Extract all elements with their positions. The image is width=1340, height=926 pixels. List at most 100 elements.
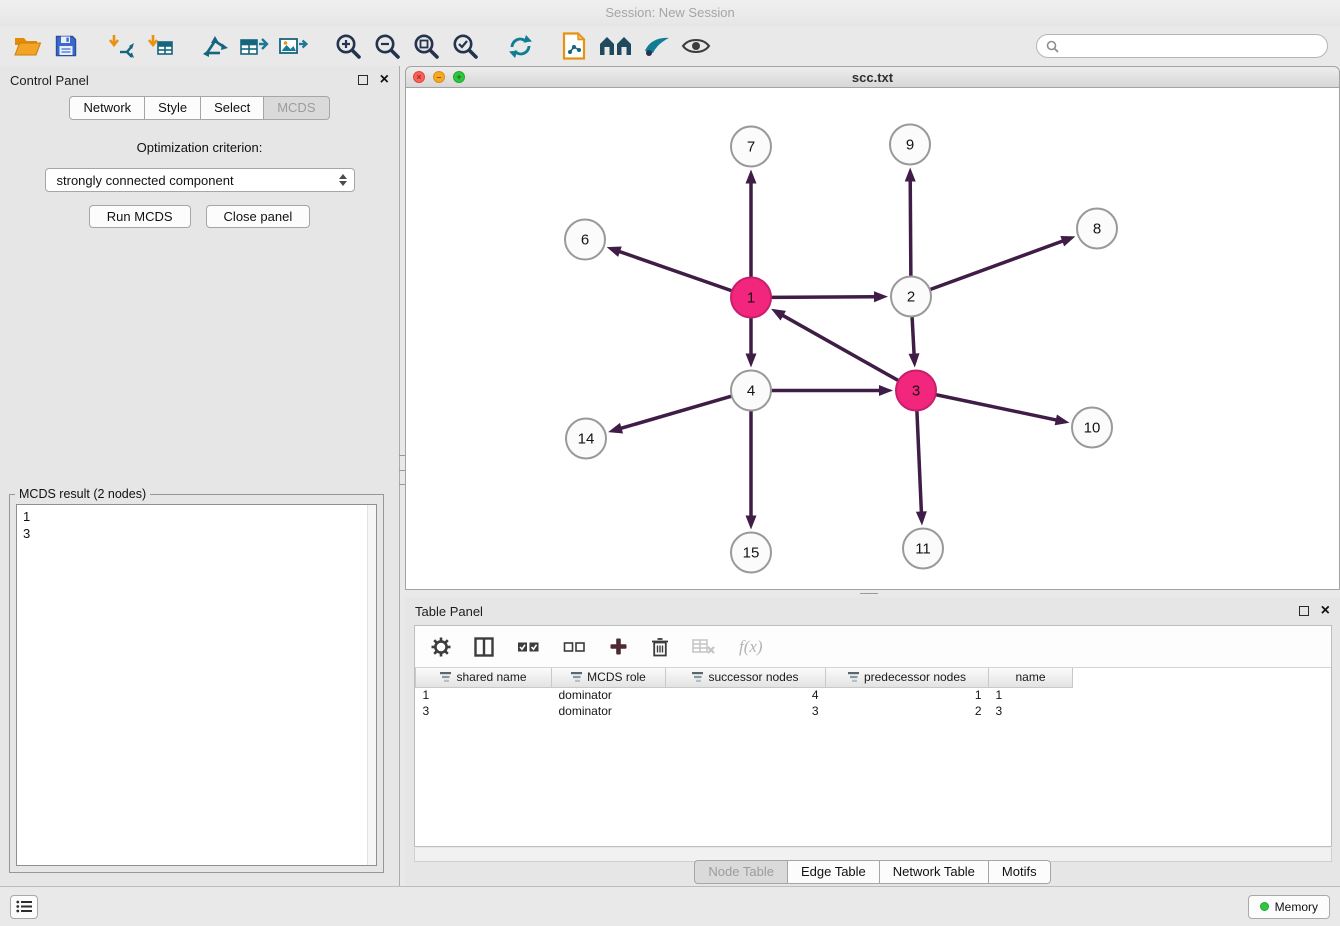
close-panel-icon[interactable]: × [380,73,389,87]
search-field[interactable] [1036,34,1328,58]
close-window-icon[interactable]: × [413,71,425,83]
tab-edge-table[interactable]: Edge Table [788,860,880,884]
app-window: Session: New Session [0,0,1340,926]
graph-edge[interactable] [771,297,876,298]
create-column-button[interactable] [609,637,628,656]
tab-style[interactable]: Style [145,96,201,120]
graph-edge[interactable] [917,410,922,513]
memory-button[interactable]: Memory [1248,895,1330,919]
float-table-panel-button[interactable] [1299,606,1309,616]
table-settings-button[interactable] [431,637,451,657]
table-cell[interactable]: 3 [666,703,826,719]
tab-motifs[interactable]: Motifs [989,860,1051,884]
graph-node-10[interactable]: 10 [1072,408,1112,448]
table-cell[interactable]: 1 [826,687,989,703]
zoom-fit-button[interactable] [411,29,441,63]
import-table-button[interactable] [145,29,175,63]
graph-edge-arrowhead [905,167,916,181]
close-table-panel-icon[interactable]: × [1321,604,1330,618]
mcds-result-box[interactable]: 1 3 [16,504,377,866]
search-input[interactable] [1064,39,1318,54]
column-header-name[interactable]: name [989,668,1073,687]
graph-edge[interactable] [781,315,898,381]
column-header-shared-name[interactable]: shared name [416,668,552,687]
export-image-button[interactable] [278,29,308,63]
close-panel-button[interactable]: Close panel [206,205,311,228]
sort-icon [440,672,451,682]
graph-node-8[interactable]: 8 [1077,209,1117,249]
graph-edge[interactable] [912,316,914,355]
tab-select[interactable]: Select [201,96,264,120]
network-canvas[interactable]: 7 9 6 8 1 2 4 3 14 10 15 11 [405,88,1340,590]
node-table: shared name MCDS role successor nodes pr… [415,668,1073,719]
table-cell[interactable]: 3 [416,703,552,719]
graph-node-7[interactable]: 7 [731,127,771,167]
show-hide-panels-button[interactable] [599,29,633,63]
table-cell[interactable]: 1 [416,687,552,703]
new-network-button[interactable] [200,29,230,63]
graph-edge[interactable] [930,241,1064,290]
table-cell[interactable]: 4 [666,687,826,703]
graph-edge-arrowhead [879,385,893,396]
control-panel: Control Panel × Network Style Select MCD… [0,66,400,886]
column-header-successor-nodes[interactable]: successor nodes [666,668,826,687]
graph-node-2[interactable]: 2 [891,277,931,317]
hide-all-columns-button[interactable] [563,640,586,654]
graph-node-11[interactable]: 11 [903,529,943,569]
style-document-icon [562,32,588,60]
table-row[interactable]: 1dominator411 [416,687,1073,703]
table-row[interactable]: 3dominator323 [416,703,1073,719]
open-session-button[interactable] [12,29,42,63]
import-network-button[interactable] [106,29,136,63]
manage-styles-button[interactable] [560,29,590,63]
zoom-in-button[interactable] [333,29,363,63]
maximize-window-icon[interactable]: + [453,71,465,83]
graphics-details-button[interactable] [681,29,711,63]
delete-column-button[interactable] [651,637,669,657]
delete-table-button-disabled [692,638,716,656]
network-graph[interactable]: 7 9 6 8 1 2 4 3 14 10 15 11 [406,88,1339,589]
table-panel-tabs: Node Table Edge Table Network Table Moti… [405,860,1340,884]
task-history-button[interactable] [10,895,38,919]
zoom-out-button[interactable] [372,29,402,63]
show-all-columns-button[interactable] [517,640,540,654]
tab-mcds[interactable]: MCDS [264,96,329,120]
table-cell[interactable]: 3 [989,703,1073,719]
select-columns-button[interactable] [474,637,494,657]
network-window-titlebar[interactable]: × – + scc.txt [405,66,1340,88]
table-cell[interactable]: dominator [552,687,666,703]
apply-style-button[interactable] [642,29,672,63]
tab-network-table[interactable]: Network Table [880,860,989,884]
graph-node-4[interactable]: 4 [731,371,771,411]
save-session-button[interactable] [51,29,81,63]
result-scrollbar[interactable] [367,505,376,865]
table-cell[interactable]: 2 [826,703,989,719]
refresh-button[interactable] [505,29,535,63]
tab-network[interactable]: Network [69,96,145,120]
control-panel-header: Control Panel × [0,66,399,94]
graph-node-3[interactable]: 3 [896,371,936,411]
export-table-button[interactable] [239,29,269,63]
run-mcds-button[interactable]: Run MCDS [89,205,191,228]
table-cell[interactable]: 1 [989,687,1073,703]
graph-edge[interactable] [936,395,1058,421]
graph-edge[interactable] [618,251,732,291]
column-header-mcds-role[interactable]: MCDS role [552,668,666,687]
graph-node-15[interactable]: 15 [731,533,771,573]
tab-node-table[interactable]: Node Table [694,860,788,884]
minimize-window-icon[interactable]: – [433,71,445,83]
zoom-selected-button[interactable] [450,29,480,63]
column-header-predecessor-nodes[interactable]: predecessor nodes [826,668,989,687]
graph-node-14[interactable]: 14 [566,419,606,459]
graph-node-6[interactable]: 6 [565,220,605,260]
graph-node-9[interactable]: 9 [890,125,930,165]
delete-table-icon [692,638,716,656]
criterion-dropdown[interactable]: strongly connected component [45,168,355,192]
graph-edge[interactable] [910,179,911,276]
graph-edge-arrowhead [746,354,757,368]
graph-node-1[interactable]: 1 [731,278,771,318]
float-panel-button[interactable] [358,75,368,85]
refresh-icon [507,34,534,59]
graph-edge[interactable] [620,396,732,429]
table-cell[interactable]: dominator [552,703,666,719]
